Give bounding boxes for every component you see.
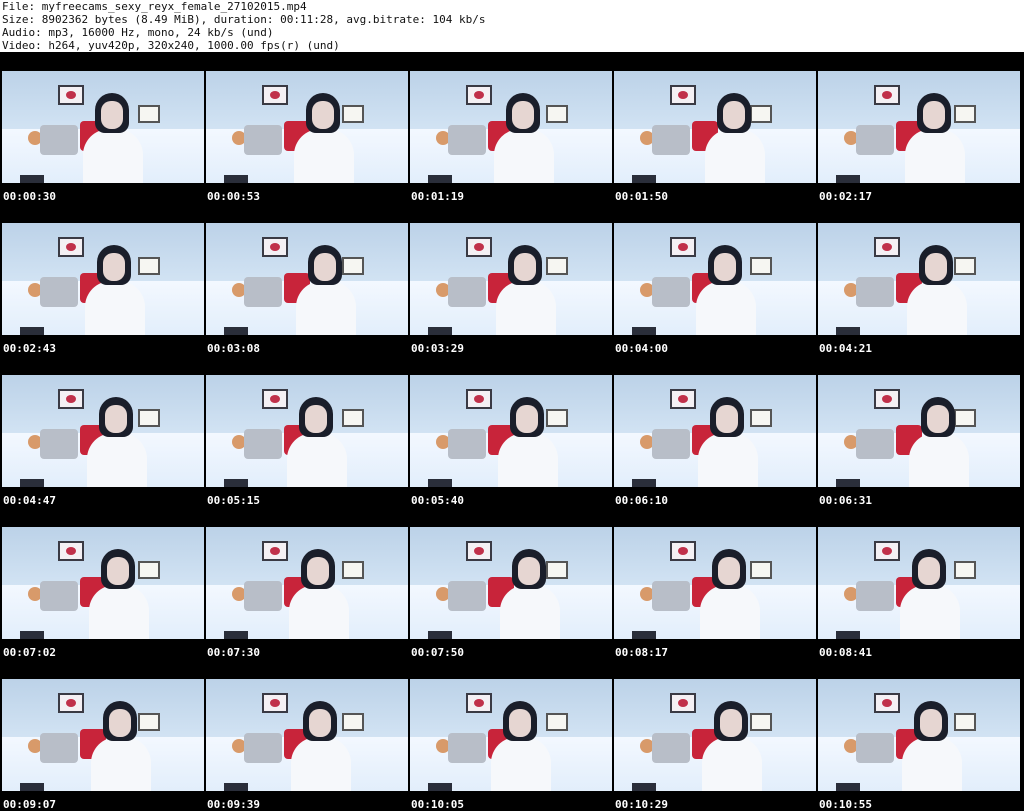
video-frame-image bbox=[206, 375, 408, 487]
thumbnail-cell[interactable]: 00:07:50 bbox=[408, 508, 612, 660]
video-frame-image bbox=[410, 223, 612, 335]
thumbnail-cell[interactable]: 00:04:00 bbox=[612, 204, 816, 356]
timestamp-label: 00:07:30 bbox=[207, 646, 260, 659]
thumbnail-cell[interactable]: 00:06:31 bbox=[816, 356, 1020, 508]
video-frame-image bbox=[818, 375, 1020, 487]
thumbnail-cell[interactable]: 00:10:55 bbox=[816, 660, 1020, 812]
video-frame-image bbox=[206, 223, 408, 335]
timestamp-label: 00:05:40 bbox=[411, 494, 464, 507]
thumbnail-cell[interactable]: 00:02:43 bbox=[0, 204, 204, 356]
timestamp-label: 00:10:29 bbox=[615, 798, 668, 811]
video-frame-image bbox=[818, 223, 1020, 335]
timestamp-label: 00:05:15 bbox=[207, 494, 260, 507]
video-frame-image bbox=[614, 679, 816, 791]
timestamp-label: 00:04:21 bbox=[819, 342, 872, 355]
timestamp-label: 00:07:02 bbox=[3, 646, 56, 659]
video-frame-image bbox=[206, 527, 408, 639]
video-frame-image bbox=[818, 71, 1020, 183]
thumbnail-cell[interactable]: 00:09:07 bbox=[0, 660, 204, 812]
video-frame-image bbox=[614, 71, 816, 183]
video-frame-image bbox=[410, 375, 612, 487]
timestamp-label: 00:04:47 bbox=[3, 494, 56, 507]
video-frame-image bbox=[614, 375, 816, 487]
video-frame-image bbox=[410, 527, 612, 639]
file-name-line: File: myfreecams_sexy_reyx_female_271020… bbox=[2, 0, 307, 13]
timestamp-label: 00:04:00 bbox=[615, 342, 668, 355]
thumbnail-cell[interactable]: 00:03:29 bbox=[408, 204, 612, 356]
timestamp-label: 00:08:41 bbox=[819, 646, 872, 659]
thumbnail-cell[interactable]: 00:05:40 bbox=[408, 356, 612, 508]
video-frame-image bbox=[206, 71, 408, 183]
thumbnail-cell[interactable]: 00:01:19 bbox=[408, 52, 612, 204]
thumbnail-cell[interactable]: 00:08:41 bbox=[816, 508, 1020, 660]
timestamp-label: 00:10:05 bbox=[411, 798, 464, 811]
timestamp-label: 00:10:55 bbox=[819, 798, 872, 811]
thumbnail-cell[interactable]: 00:07:02 bbox=[0, 508, 204, 660]
thumbnail-cell[interactable]: 00:01:50 bbox=[612, 52, 816, 204]
timestamp-label: 00:08:17 bbox=[615, 646, 668, 659]
file-info-header: File: myfreecams_sexy_reyx_female_271020… bbox=[0, 0, 1024, 52]
thumbnail-cell[interactable]: 00:04:47 bbox=[0, 356, 204, 508]
video-frame-image bbox=[410, 679, 612, 791]
timestamp-label: 00:09:07 bbox=[3, 798, 56, 811]
thumbnail-cell[interactable]: 00:02:17 bbox=[816, 52, 1020, 204]
timestamp-label: 00:02:17 bbox=[819, 190, 872, 203]
thumbnail-cell[interactable]: 00:00:53 bbox=[204, 52, 408, 204]
timestamp-label: 00:03:08 bbox=[207, 342, 260, 355]
video-info-line: Video: h264, yuv420p, 320x240, 1000.00 f… bbox=[2, 39, 340, 52]
video-frame-image bbox=[614, 527, 816, 639]
video-frame-image bbox=[206, 679, 408, 791]
video-frame-image bbox=[818, 527, 1020, 639]
thumbnail-cell[interactable]: 00:05:15 bbox=[204, 356, 408, 508]
thumbnail-cell[interactable]: 00:04:21 bbox=[816, 204, 1020, 356]
thumbnail-cell[interactable]: 00:10:29 bbox=[612, 660, 816, 812]
thumbnail-cell[interactable]: 00:08:17 bbox=[612, 508, 816, 660]
timestamp-label: 00:00:53 bbox=[207, 190, 260, 203]
timestamp-label: 00:09:39 bbox=[207, 798, 260, 811]
timestamp-label: 00:01:19 bbox=[411, 190, 464, 203]
timestamp-label: 00:03:29 bbox=[411, 342, 464, 355]
thumbnail-cell[interactable]: 00:06:10 bbox=[612, 356, 816, 508]
video-frame-image bbox=[818, 679, 1020, 791]
thumbnail-cell[interactable]: 00:03:08 bbox=[204, 204, 408, 356]
video-frame-image bbox=[2, 375, 204, 487]
audio-info-line: Audio: mp3, 16000 Hz, mono, 24 kb/s (und… bbox=[2, 26, 274, 39]
thumbnail-cell[interactable]: 00:07:30 bbox=[204, 508, 408, 660]
thumbnail-cell[interactable]: 00:00:30 bbox=[0, 52, 204, 204]
timestamp-label: 00:07:50 bbox=[411, 646, 464, 659]
timestamp-label: 00:06:10 bbox=[615, 494, 668, 507]
thumbnail-grid: 00:00:30 00:00:53 00:01:19 00:01:50 00:02:17… bbox=[0, 52, 1024, 811]
video-frame-image bbox=[614, 223, 816, 335]
timestamp-label: 00:06:31 bbox=[819, 494, 872, 507]
timestamp-label: 00:00:30 bbox=[3, 190, 56, 203]
video-frame-image bbox=[2, 71, 204, 183]
video-frame-image bbox=[2, 679, 204, 791]
video-frame-image bbox=[410, 71, 612, 183]
timestamp-label: 00:02:43 bbox=[3, 342, 56, 355]
video-frame-image bbox=[2, 527, 204, 639]
video-frame-image bbox=[2, 223, 204, 335]
timestamp-label: 00:01:50 bbox=[615, 190, 668, 203]
thumbnail-cell[interactable]: 00:10:05 bbox=[408, 660, 612, 812]
thumbnail-cell[interactable]: 00:09:39 bbox=[204, 660, 408, 812]
file-size-line: Size: 8902362 bytes (8.49 MiB), duration… bbox=[2, 13, 486, 26]
